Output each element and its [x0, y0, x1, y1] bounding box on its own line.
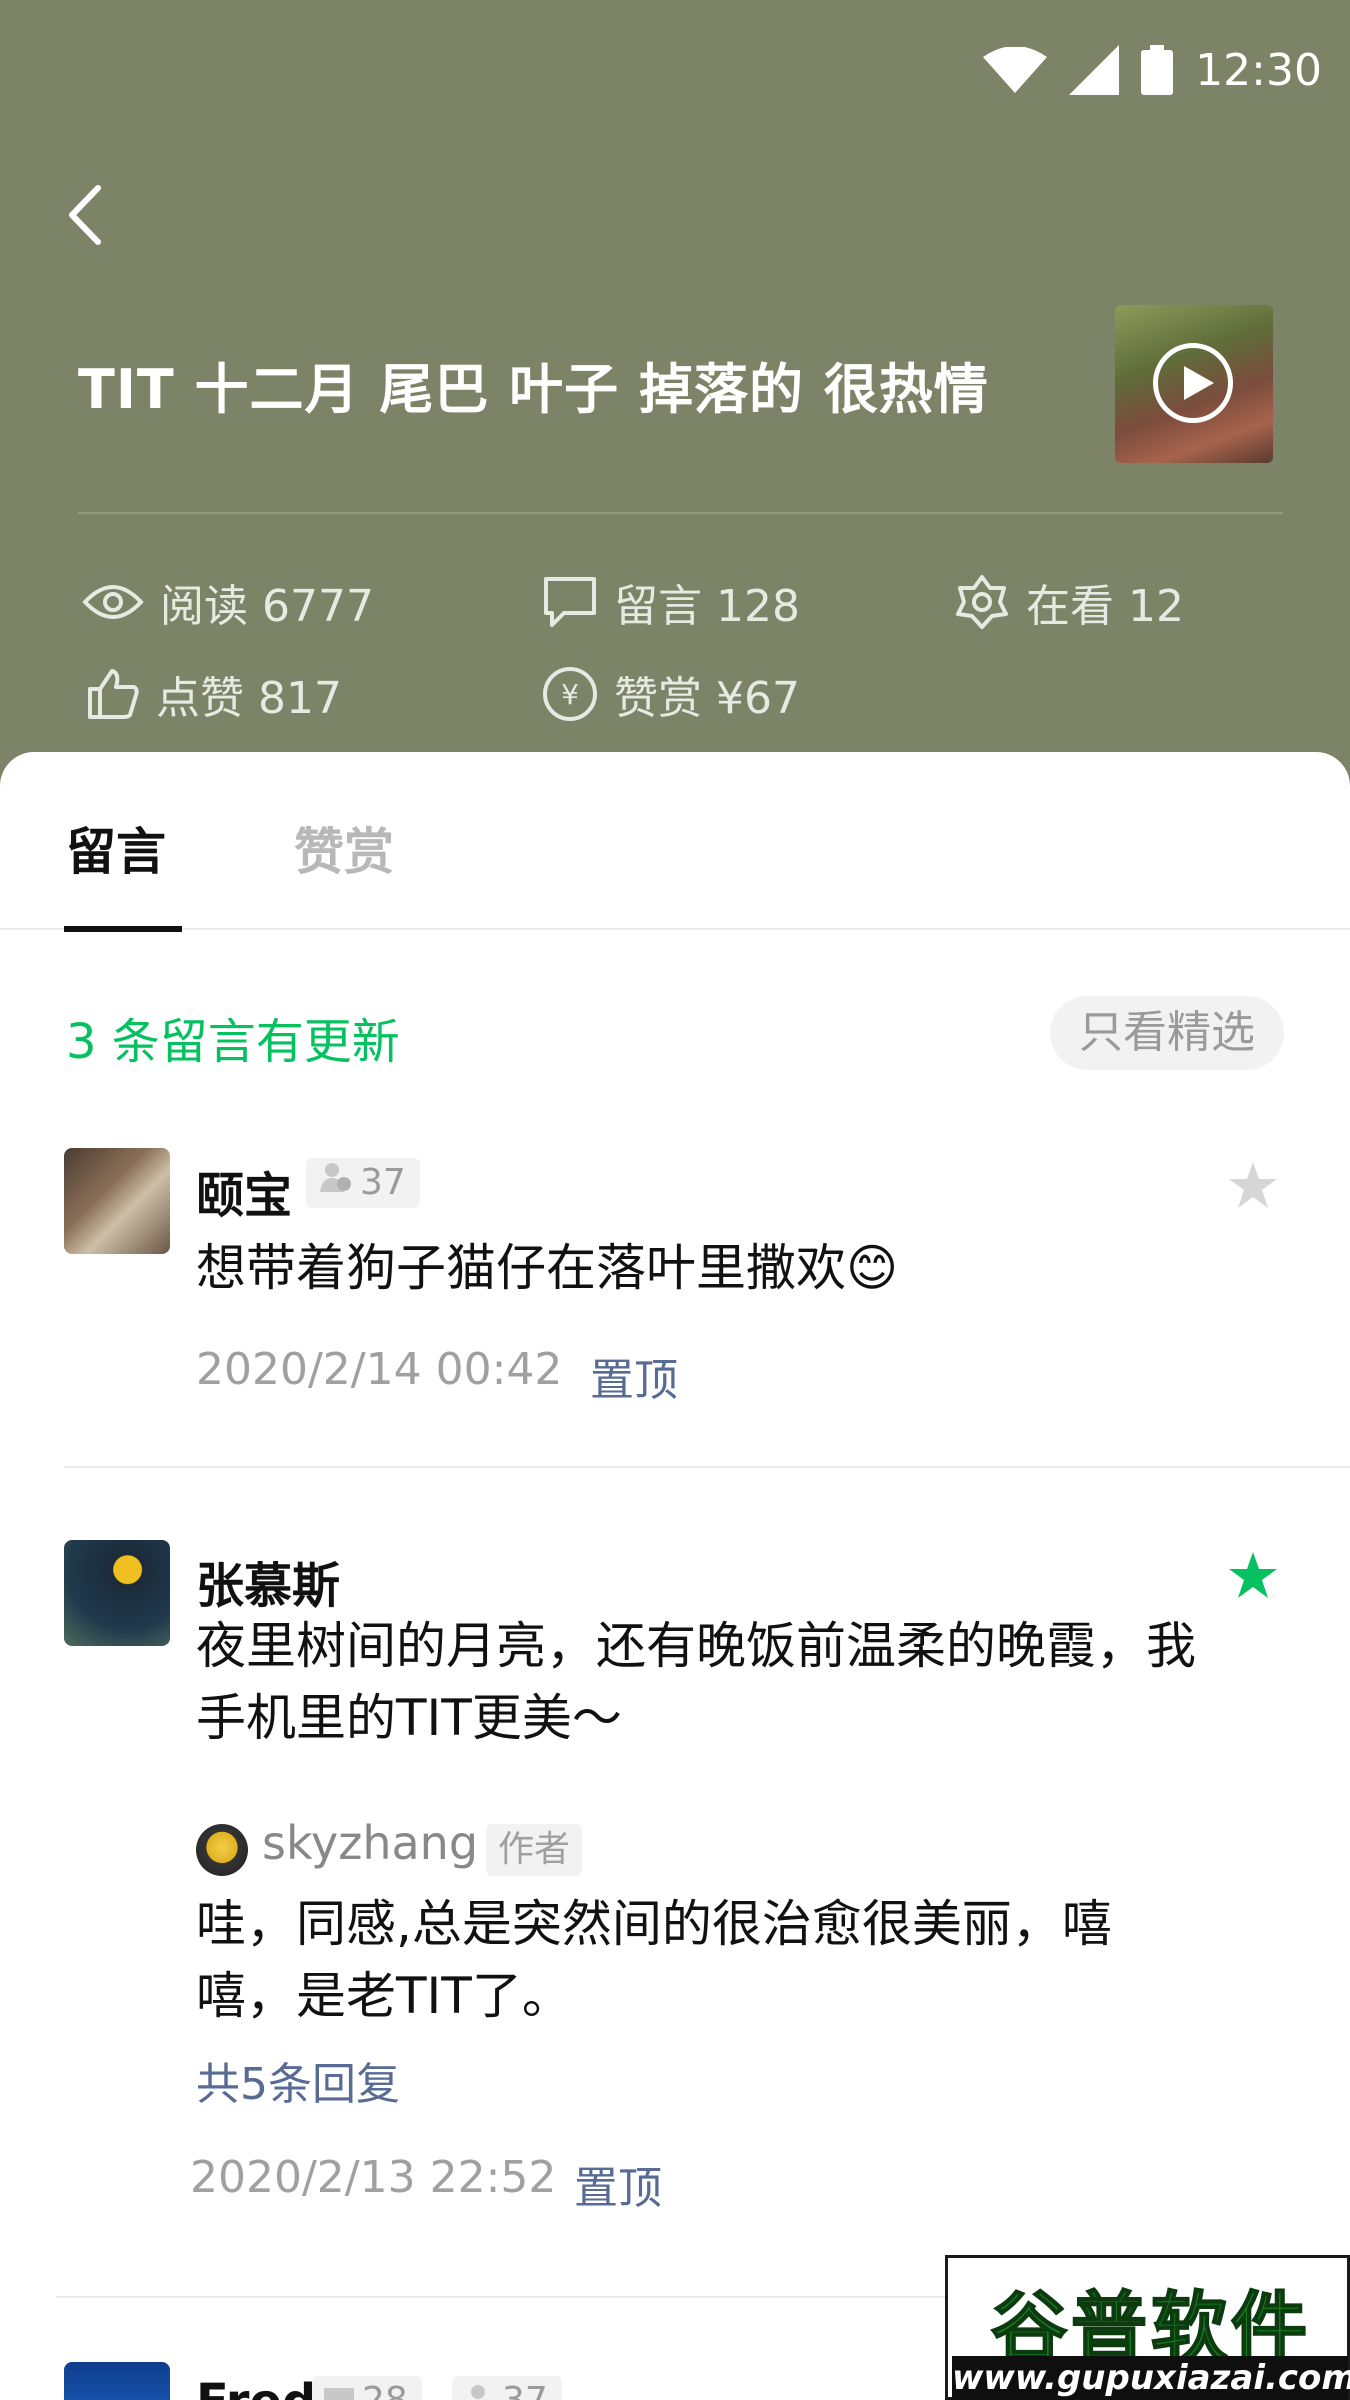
site-watermark-logo: 谷普软件园 www.gupuxiazai.com	[945, 2255, 1350, 2400]
stat-likes-label: 点赞 817	[156, 673, 342, 724]
article-header: 12:30 TIT 十二月 尾巴 叶子 掉落的 很热情 阅读 6777 留言 1…	[0, 0, 1350, 800]
stat-comments-label: 留言 128	[614, 581, 800, 632]
stat-watching: 在看 12	[954, 570, 1184, 634]
comment-icon	[542, 575, 598, 629]
comment-time: 2020/2/13 22:52	[190, 2152, 557, 2203]
badge-count: 37	[502, 2376, 548, 2400]
tab-indicator	[64, 926, 182, 932]
watermark-title: 谷普软件园	[990, 2282, 1311, 2400]
reply-text: 哇，同感,总是突然间的很治愈很美丽，嘻嘻，是老TIT了。	[196, 1895, 1112, 2025]
stat-reads: 阅读 6777	[82, 570, 374, 634]
pin-button[interactable]: 置顶	[574, 2152, 662, 2216]
stat-rewards-label: 赞赏 ¥67	[614, 673, 800, 724]
comment-text: 夜里树间的月亮，还有晚饭前温柔的晚霞，我手机里的TIT更美～	[196, 1617, 1196, 1747]
eye-icon	[82, 582, 144, 622]
avatar[interactable]	[64, 1540, 170, 1646]
comment-time: 2020/2/14 00:42	[196, 1344, 563, 1395]
article-title: TIT 十二月 尾巴 叶子 掉落的 很热情	[78, 358, 989, 421]
wifi-icon	[983, 47, 1048, 93]
comment-text: 想带着狗子猫仔在落叶里撒欢😊	[196, 1239, 899, 1297]
fan-badge: 37	[452, 2376, 562, 2400]
pin-button[interactable]: 置顶	[590, 1344, 678, 1408]
watermark-url: www.gupuxiazai.com	[952, 2356, 1350, 2400]
svg-text:¥: ¥	[561, 678, 579, 711]
stat-reads-label: 阅读 6777	[160, 581, 374, 632]
header-divider	[78, 512, 1283, 514]
reply-author-name[interactable]: skyzhang	[262, 1816, 478, 1870]
tab-bar: 留言 赞赏	[0, 752, 1350, 932]
author-avatar[interactable]	[196, 1824, 248, 1876]
thumb-up-icon	[86, 667, 140, 721]
back-button[interactable]	[58, 180, 118, 250]
commenter-name[interactable]: 颐宝	[196, 1156, 292, 1226]
update-notice[interactable]: 3 条留言有更新	[66, 1002, 400, 1072]
tab-comments[interactable]: 留言	[66, 812, 166, 884]
flower-icon	[954, 574, 1010, 630]
more-replies-link[interactable]: 共5条回复	[196, 2048, 400, 2112]
comment-divider	[64, 1466, 1350, 1468]
yuan-icon: ¥	[542, 666, 598, 722]
author-tag: 作者	[486, 1824, 583, 1876]
fan-badge-count: 37	[360, 1162, 406, 1203]
signal-icon	[1069, 45, 1120, 95]
fan-icon	[464, 2376, 494, 2400]
battery-icon	[1141, 45, 1174, 95]
play-icon	[1153, 343, 1233, 423]
commenter-name[interactable]: 张慕斯	[196, 1546, 340, 1616]
stat-likes: 点赞 817	[86, 662, 342, 726]
fan-icon	[318, 1158, 352, 1208]
comment-small-icon	[324, 2376, 354, 2400]
comment-count-badge: 28	[312, 2376, 422, 2400]
stat-rewards: ¥ 赞赏 ¥67	[542, 662, 800, 726]
featured-only-button[interactable]: 只看精选	[1050, 996, 1284, 1070]
avatar[interactable]	[64, 2362, 170, 2400]
badge-count: 28	[362, 2376, 408, 2400]
commenter-name[interactable]: Fred	[196, 2374, 316, 2400]
status-time: 12:30	[1195, 44, 1322, 96]
status-bar: 12:30	[983, 40, 1322, 100]
stat-watching-label: 在看 12	[1026, 581, 1184, 632]
comments-sheet: 留言 赞赏 3 条留言有更新 只看精选 颐宝 37 想带着狗子猫仔在落叶里撒欢😊…	[0, 752, 1350, 2400]
stat-comments: 留言 128	[542, 570, 800, 634]
fan-badge: 37	[306, 1158, 420, 1208]
star-icon[interactable]	[1225, 1548, 1281, 1604]
avatar[interactable]	[64, 1148, 170, 1254]
tab-rewards[interactable]: 赞赏	[294, 812, 394, 884]
star-icon[interactable]	[1225, 1158, 1281, 1214]
video-thumbnail[interactable]	[1115, 305, 1273, 463]
